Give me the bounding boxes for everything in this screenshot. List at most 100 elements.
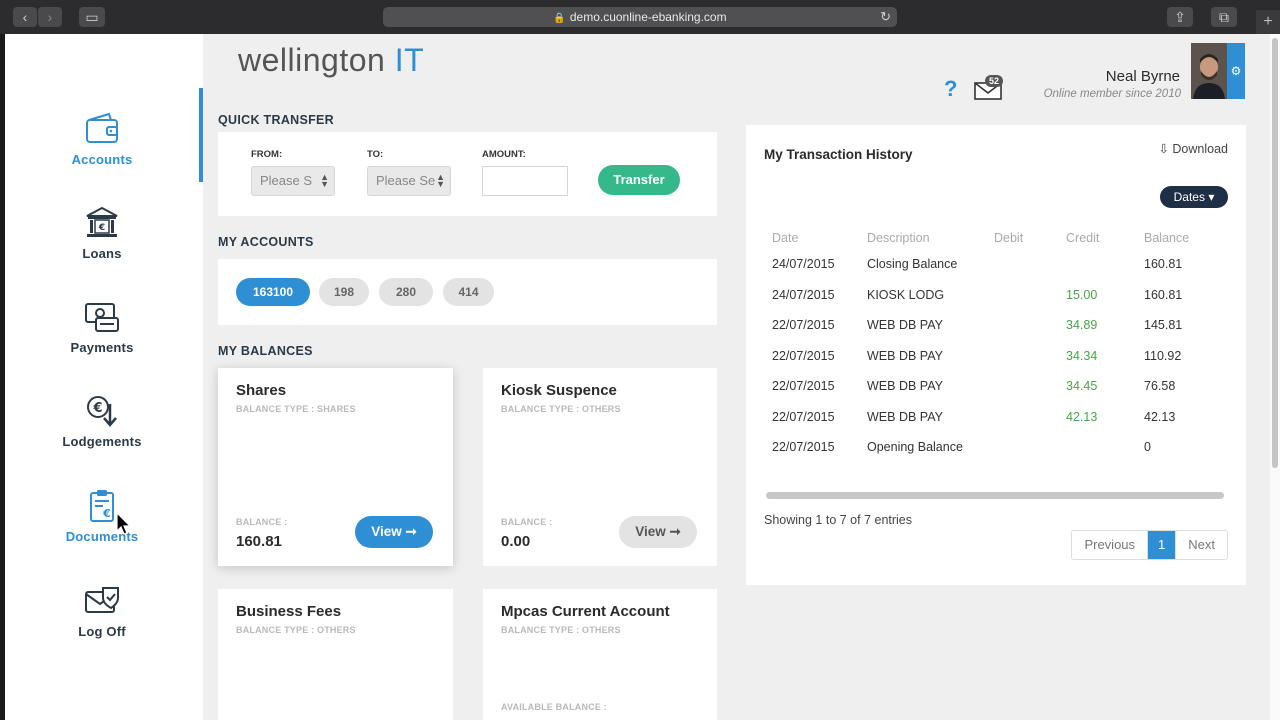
sidebar-item-label: Documents — [65, 529, 139, 544]
view-button[interactable]: View ➞ — [355, 516, 433, 548]
logo-accent: IT — [394, 42, 425, 78]
account-pill[interactable]: 163100 — [236, 278, 310, 306]
cell-description: WEB DB PAY — [867, 409, 943, 424]
table-row: 22/07/2015 WEB DB PAY 42.13 42.13 — [764, 404, 1224, 435]
sidebar-item-payments[interactable]: Payments — [5, 300, 199, 355]
new-tab-button[interactable]: + — [1256, 10, 1280, 34]
cell-balance: 0 — [1144, 440, 1151, 454]
svg-text:€: € — [98, 223, 105, 233]
page-scrollbar[interactable] — [1270, 34, 1280, 720]
download-label: Download — [1172, 142, 1228, 156]
wallet-icon — [86, 112, 118, 143]
cell-credit: 34.34 — [1066, 348, 1098, 363]
sidebar-item-logoff[interactable]: Log Off — [5, 584, 199, 639]
to-select-value: Please Se — [376, 173, 436, 188]
cell-credit: 15.00 — [1066, 287, 1098, 302]
share-button[interactable]: ⇪ — [1167, 7, 1193, 27]
url-bar[interactable]: 🔒 demo.cuonline-ebanking.com ↻ — [383, 7, 897, 27]
cell-debit — [986, 251, 1058, 282]
download-icon: ⇩ — [1158, 142, 1169, 156]
column-header[interactable]: Date — [764, 225, 859, 251]
cell-credit — [1058, 434, 1136, 465]
transfer-button[interactable]: Transfer — [598, 165, 680, 195]
previous-page-button[interactable]: Previous — [1072, 531, 1148, 559]
account-pill[interactable]: 198 — [319, 278, 369, 306]
balance-name: Business Fees — [236, 603, 342, 620]
cell-date: 24/07/2015 — [772, 287, 835, 302]
chevron-down-icon: ▾ — [1208, 190, 1215, 204]
balance-caption: AVAILABLE BALANCE : — [501, 702, 607, 712]
help-icon[interactable]: ? — [944, 76, 957, 102]
quick-transfer-panel: FROM: Please S ▲ ▼ TO: Please Se ▲ ▼ AMOUN… — [218, 132, 717, 216]
bank-icon: € — [86, 206, 118, 237]
avatar[interactable] — [1191, 43, 1227, 99]
to-select[interactable]: Please Se ▲ ▼ — [367, 166, 451, 196]
cell-description: Closing Balance — [867, 257, 958, 271]
sidebar-item-lodgements[interactable]: € Lodgements — [5, 394, 199, 449]
cell-description: KIOSK LODG — [867, 287, 945, 302]
reload-icon[interactable]: ↻ — [880, 7, 891, 27]
balance-value: 160.81 — [236, 533, 282, 550]
svg-text:€: € — [92, 401, 102, 416]
balance-type: BALANCE TYPE : OTHERS — [501, 404, 621, 414]
scrollbar-thumb[interactable] — [1272, 38, 1278, 468]
table-horizontal-scrollbar[interactable] — [766, 492, 1224, 499]
quick-transfer-title: QUICK TRANSFER — [218, 113, 335, 127]
dates-label: Dates — [1173, 190, 1205, 204]
cell-debit — [986, 373, 1058, 404]
cell-balance: 110.92 — [1144, 348, 1182, 363]
cell-credit — [1058, 251, 1136, 282]
next-page-button[interactable]: Next — [1175, 531, 1227, 559]
table-row: 24/07/2015 Closing Balance 160.81 — [764, 251, 1224, 282]
cell-date: 22/07/2015 — [772, 440, 835, 454]
amount-label: AMOUNT: — [482, 149, 526, 160]
user-name: Neal Byrne — [1105, 68, 1180, 85]
balance-card-mpcas-current-account: Mpcas Current Account BALANCE TYPE : OTH… — [483, 589, 717, 720]
table-row: 22/07/2015 WEB DB PAY 34.45 76.58 — [764, 373, 1224, 404]
cell-date: 22/07/2015 — [772, 409, 835, 424]
lock-icon: 🔒 — [553, 13, 566, 24]
sidebar-item-documents[interactable]: € Documents — [5, 489, 199, 544]
balance-caption: BALANCE : — [501, 517, 553, 527]
account-pill[interactable]: 280 — [379, 278, 433, 306]
page-1-button[interactable]: 1 — [1147, 531, 1176, 559]
sidebar-item-accounts[interactable]: Accounts — [5, 112, 199, 167]
download-link[interactable]: ⇩ Download — [1158, 141, 1228, 156]
balance-name: Shares — [236, 382, 287, 399]
url-text: demo.cuonline-ebanking.com — [569, 10, 727, 24]
table-row: 22/07/2015 WEB DB PAY 34.89 145.81 — [764, 312, 1224, 343]
gear-icon[interactable]: ⚙ — [1227, 43, 1245, 99]
cell-credit: 34.89 — [1066, 318, 1098, 332]
tabs-button[interactable]: ⧉ — [1211, 7, 1237, 27]
my-accounts-title: MY ACCOUNTS — [218, 235, 314, 249]
cell-balance: 160.81 — [1144, 287, 1183, 302]
dates-dropdown[interactable]: Dates ▾ — [1160, 186, 1228, 208]
mail-count-badge: 52 — [985, 75, 1004, 87]
sidebar-toggle-button[interactable]: ▭ — [79, 7, 105, 27]
sidebar-item-label: Payments — [70, 340, 134, 355]
table-row: 24/07/2015 KIOSK LODG 15.00 160.81 — [764, 282, 1224, 313]
cell-date: 22/07/2015 — [772, 318, 835, 332]
balance-type: BALANCE TYPE : SHARES — [236, 404, 356, 414]
account-pill[interactable]: 414 — [443, 278, 494, 306]
column-header[interactable]: Debit — [986, 225, 1058, 251]
view-button[interactable]: View ➞ — [619, 516, 697, 548]
from-select[interactable]: Please S ▲ ▼ — [251, 166, 335, 196]
amount-input[interactable] — [482, 166, 568, 196]
balance-card-business-fees: Business Fees BALANCE TYPE : OTHERS — [218, 589, 453, 720]
cell-debit — [986, 404, 1058, 435]
history-title: My Transaction History — [764, 147, 913, 162]
column-header[interactable]: Balance — [1136, 225, 1224, 251]
euro-deposit-icon: € — [87, 396, 117, 427]
cell-debit — [986, 434, 1058, 465]
sidebar-item-loans[interactable]: € Loans — [5, 206, 199, 261]
cell-balance: 76.58 — [1144, 379, 1176, 393]
column-header[interactable]: Description — [859, 225, 986, 251]
to-label: TO: — [367, 149, 384, 160]
back-button[interactable]: ‹ — [13, 7, 37, 27]
balance-name: Kiosk Suspence — [501, 382, 617, 399]
column-header[interactable]: Credit — [1058, 225, 1136, 251]
balance-type: BALANCE TYPE : OTHERS — [501, 625, 621, 635]
forward-button[interactable]: › — [38, 7, 62, 27]
brand-logo: wellington IT — [238, 42, 424, 79]
